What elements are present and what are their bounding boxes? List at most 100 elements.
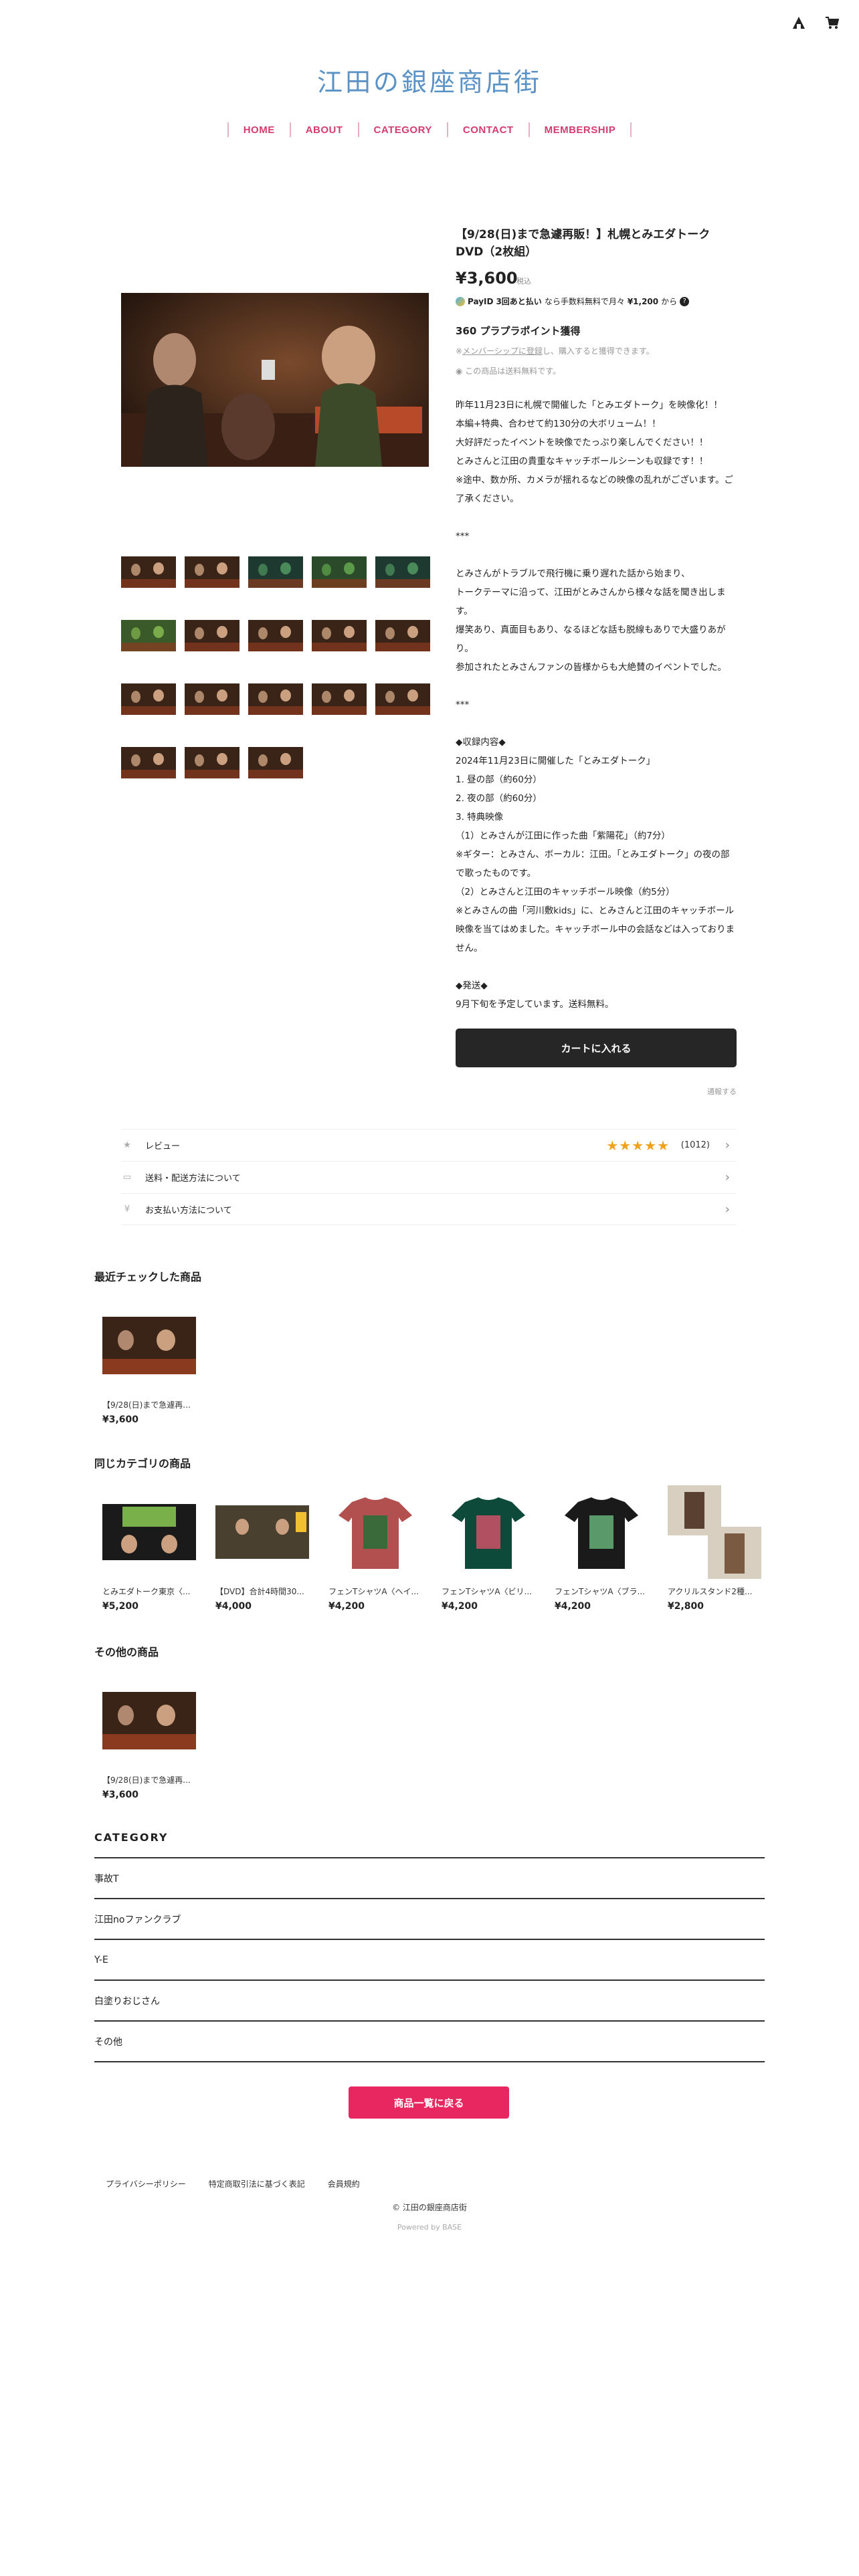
description-line (456, 508, 737, 527)
thumbnail-image[interactable] (375, 683, 430, 715)
thumbnail-image[interactable] (121, 747, 176, 778)
review-label: レビュー (145, 1142, 181, 1152)
chevron-right-icon: › (725, 1202, 730, 1216)
thumbnail-image[interactable] (121, 683, 176, 715)
payid-plan: 3回あと払い (496, 297, 542, 306)
payid-amount: ¥1,200 (627, 296, 659, 306)
product-card-price: ¥3,600 (102, 1414, 139, 1425)
thumbnail-image[interactable] (248, 683, 303, 715)
thumbnail-image[interactable] (312, 620, 367, 651)
payid-brand: PayID (468, 296, 494, 306)
description-line: トークテーマに沿って、江田がとみさんから様々な話を聞き出します。 (456, 587, 726, 617)
payment-label: お支払い方法について (145, 1205, 232, 1216)
terms-link[interactable]: 会員規約 (328, 2178, 360, 2189)
nav-divider (630, 122, 632, 137)
thumbnail-image[interactable] (312, 556, 367, 588)
description-line: （2）とみさんと江田のキャッチボール映像（約5分） (456, 887, 675, 897)
product-card[interactable]: とみエダトーク東京〈... ¥5,200 (102, 1485, 196, 1612)
product-card[interactable]: フェンTシャツA〈ブラ... ¥4,200 (555, 1485, 648, 1612)
category-title: CATEGORY (94, 1831, 169, 1844)
thumbnail-image[interactable] (121, 620, 176, 651)
description-line: ◆収録内容◆ (456, 737, 506, 748)
help-icon[interactable]: ? (680, 296, 690, 306)
product-description: 昨年11月23日に札幌で開催した「とみエダトーク」を映像化！！ 本編+特典、合わせ… (456, 396, 737, 1014)
product-card-price: ¥4,200 (442, 1601, 478, 1612)
description-line (456, 546, 737, 564)
site-title[interactable]: 江田の銀座商店街 (0, 62, 859, 98)
product-card-name: とみエダトーク東京〈... (102, 1587, 191, 1596)
thumbnail-image[interactable] (248, 747, 303, 778)
info-icon: ※ (456, 346, 463, 356)
same-category-title: 同じカテゴリの商品 (94, 1457, 191, 1470)
nav-contact[interactable]: CONTACT (448, 124, 529, 136)
membership-link[interactable]: メンバーシップに登録 (462, 346, 543, 356)
add-to-cart-button[interactable]: カートに入れる (456, 1029, 737, 1067)
review-count: (1012) (680, 1140, 710, 1150)
product-main-image[interactable] (121, 293, 429, 467)
product-card[interactable]: 【DVD】合計4時間30... ¥4,000 (215, 1485, 309, 1612)
thumbnail-image[interactable] (375, 620, 430, 651)
back-to-list-button[interactable]: 商品一覧に戻る (349, 2086, 509, 2119)
product-thumb (102, 1674, 196, 1767)
header-icons (791, 15, 840, 31)
tokushoho-link[interactable]: 特定商取引法に基づく表記 (209, 2178, 305, 2189)
privacy-policy-link[interactable]: プライバシーポリシー (106, 2178, 186, 2189)
nav-home[interactable]: HOME (229, 124, 290, 136)
nav-membership[interactable]: MEMBERSHIP (530, 124, 631, 136)
description-line: ◆発送◆ (456, 980, 488, 991)
description-line: 昨年11月23日に札幌で開催した「とみエダトーク」を映像化！！ (456, 400, 723, 411)
report-link[interactable]: 通報する (707, 1086, 737, 1097)
category-item[interactable]: Y-E (94, 1939, 765, 1979)
product-card[interactable]: フェンTシャツA〈ビリ... ¥4,200 (442, 1485, 535, 1612)
thumbnail-image[interactable] (248, 556, 303, 588)
category-item[interactable]: 事故T (94, 1857, 765, 1898)
payment-row[interactable]: ¥ お支払い方法について › (121, 1193, 737, 1225)
description-line: 1. 昼の部（約60分） (456, 774, 542, 785)
category-item[interactable]: 白塗りおじさん (94, 1979, 765, 2020)
thumbnail-image[interactable] (121, 556, 176, 588)
thumbnail-image[interactable] (248, 620, 303, 651)
product-title: 【9/28(日)まで急遽再販！】札幌とみエダトークDVD（2枚組） (456, 228, 710, 259)
description-line: 本編+特典、合わせて約130分の大ボリューム！！ (456, 419, 661, 429)
review-row[interactable]: ★ レビュー ★★★★★ (1012) › (121, 1129, 737, 1161)
thumbnail-image[interactable] (375, 556, 430, 588)
thumbnail-image[interactable] (312, 683, 367, 715)
payid-desc: なら手数料無料で月々 (544, 297, 625, 306)
shipping-label: 送料・配送方法について (145, 1174, 241, 1184)
points-earned: 360 プラプラポイント獲得 (456, 325, 581, 337)
product-card-name: 【DVD】合計4時間30... (215, 1587, 304, 1596)
payid-banner[interactable]: PayID 3回あと払い なら手数料無料で月々 ¥1,200 から ? (456, 296, 690, 307)
recent-title: 最近チェックした商品 (94, 1271, 202, 1283)
chevron-right-icon: › (725, 1138, 730, 1152)
product-thumb (442, 1485, 535, 1579)
copyright: © 江田の銀座商店街 (392, 2203, 467, 2212)
product-card[interactable]: 【9/28(日)まで急遽再... ¥3,600 (102, 1299, 196, 1425)
product-card[interactable]: 【9/28(日)まで急遽再... ¥3,600 (102, 1674, 196, 1800)
description-line: *** (456, 531, 470, 542)
yen-icon: ¥ (124, 1204, 130, 1214)
thumbnail-image[interactable] (185, 683, 240, 715)
nav-category[interactable]: CATEGORY (359, 124, 447, 136)
nav-about[interactable]: ABOUT (291, 124, 358, 136)
thumbnail-image[interactable] (185, 556, 240, 588)
cart-icon[interactable] (824, 15, 840, 31)
product-card[interactable]: フェンTシャツA〈ヘイ... ¥4,200 (328, 1485, 422, 1612)
category-item[interactable]: 江田noファンクラブ (94, 1898, 765, 1939)
main-nav: HOME ABOUT CATEGORY CONTACT MEMBERSHIP (0, 122, 859, 137)
description-line: とみさんがトラブルで飛行機に乗り遅れた話から始まり、 (456, 568, 690, 579)
user-icon[interactable] (791, 15, 807, 31)
description-line: *** (456, 700, 470, 710)
description-line: ※とみさんの曲「河川敷kids」に、とみさんと江田のキャッチボール映像を当てはめ… (456, 905, 735, 954)
thumbnail-image[interactable] (185, 747, 240, 778)
shipping-row[interactable]: ▭ 送料・配送方法について › (121, 1161, 737, 1193)
powered-by[interactable]: Powered by BASE (0, 2223, 859, 2232)
description-line: 大好評だったイベントを映像でたっぷり楽しんでください！！ (456, 437, 708, 448)
thumbnail-image[interactable] (185, 620, 240, 651)
description-line (456, 677, 737, 695)
category-item[interactable]: その他 (94, 2020, 765, 2061)
shipping-note: ◉ この商品は送料無料です。 (456, 365, 561, 377)
truck-icon: ◉ (456, 366, 466, 376)
review-stars: ★★★★★ (606, 1137, 670, 1154)
product-card[interactable]: アクリルスタンド2種... ¥2,800 (668, 1485, 761, 1612)
footer-links: プライバシーポリシー 特定商取引法に基づく表記 会員規約 (106, 2178, 360, 2189)
